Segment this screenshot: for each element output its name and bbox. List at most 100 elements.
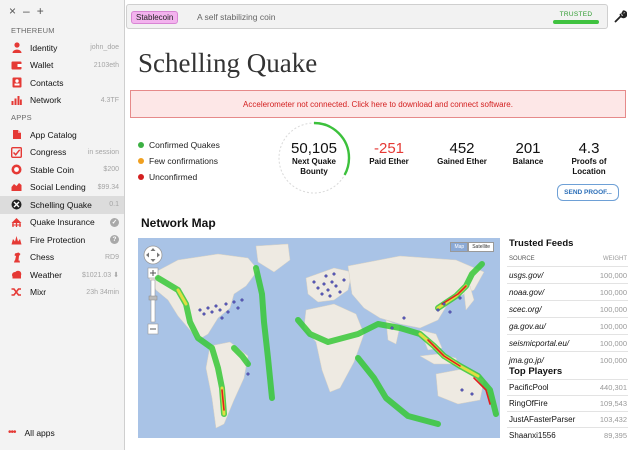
- legend-dot-orange: [138, 158, 144, 164]
- player-row[interactable]: JustAFasterParser 103,432: [507, 411, 628, 427]
- stat-value: 452: [449, 140, 475, 157]
- sidebar-item-congress[interactable]: Congress in session: [0, 144, 124, 162]
- app-tag-pill[interactable]: Stablecoin: [131, 11, 179, 24]
- sidebar-item-wallet[interactable]: Wallet 2103eth: [0, 57, 124, 75]
- feed-weight: 100,000: [599, 322, 627, 331]
- map-pan-control[interactable]: [143, 245, 163, 265]
- app-subtitle: A self stabilizing coin: [197, 12, 276, 22]
- legend-label: Unconfirmed: [149, 172, 198, 182]
- map-type-map-button[interactable]: Map: [450, 242, 469, 252]
- feed-row[interactable]: scec.org/ 100,000: [507, 300, 628, 317]
- feed-weight: 100,000: [599, 288, 627, 297]
- stat-label: Paid Ether: [369, 157, 409, 166]
- sidebar-item-mixr[interactable]: Mixr 23h 34min: [0, 284, 124, 302]
- all-apps-button[interactable]: ••• All apps: [0, 427, 55, 438]
- close-window-button[interactable]: ×: [9, 4, 16, 18]
- minimize-window-button[interactable]: –: [23, 4, 30, 18]
- legend-label: Confirmed Quakes: [149, 140, 220, 150]
- section-ethereum: ETHEREUM: [11, 26, 55, 35]
- coin-icon: [11, 164, 22, 175]
- window-controls: × – +: [0, 0, 124, 22]
- top-players-heading: Top Players: [509, 366, 563, 377]
- sidebar-item-app-catalog[interactable]: App Catalog: [0, 126, 124, 144]
- feed-row[interactable]: noaa.gov/ 100,000: [507, 283, 628, 300]
- sidebar-item-contacts[interactable]: Contacts: [0, 74, 124, 92]
- col-weight: WEIGHT: [603, 256, 627, 262]
- sidebar-item-label: Fire Protection: [30, 234, 86, 245]
- verified-badge-icon: ✓: [110, 217, 119, 227]
- trusted-label: TRUSTED: [559, 11, 593, 18]
- maximize-window-button[interactable]: +: [37, 4, 44, 18]
- sidebar-item-network[interactable]: Network 4.3TF: [0, 92, 124, 110]
- sidebar-item-meta: 23h 34min: [86, 288, 119, 296]
- wrench-icon[interactable]: [612, 8, 628, 24]
- world-map-svg: [138, 238, 500, 438]
- stat-label: Proofs of: [571, 157, 607, 166]
- dots-icon: •••: [8, 427, 16, 438]
- player-row[interactable]: RingOfFire 109,543: [507, 395, 628, 411]
- sidebar-item-meta: 2103eth: [93, 61, 119, 69]
- sidebar-item-quake-insurance[interactable]: Quake Insurance ✓: [0, 214, 124, 232]
- feed-source: seismicportal.eu/: [509, 339, 570, 348]
- address-bar: Stablecoin A self stabilizing coin TRUST…: [126, 4, 608, 29]
- catalog-icon: [11, 129, 22, 140]
- feed-weight: 100,000: [599, 271, 627, 280]
- sidebar-item-weather[interactable]: Weather $1021.03 ⬇: [0, 266, 124, 284]
- sidebar-item-label: Schelling Quake: [30, 199, 92, 210]
- sidebar-item-meta: 4.3TF: [100, 96, 119, 104]
- page-title: Schelling Quake: [138, 48, 318, 78]
- person-icon: [11, 42, 22, 54]
- stat-label: Next Quake: [291, 157, 337, 166]
- quake-legend: Confirmed Quakes Few confirmations Uncon…: [138, 137, 220, 185]
- feed-row[interactable]: ga.gov.au/ 100,000: [507, 317, 628, 334]
- map-type-satellite-button[interactable]: Satellite: [468, 242, 494, 252]
- network-map[interactable]: Map Satellite: [138, 238, 500, 438]
- sidebar-item-identity[interactable]: Identity john_doe: [0, 39, 124, 57]
- wallet-icon: [11, 60, 22, 71]
- checkbox-icon: [11, 146, 22, 158]
- sidebar-item-chess[interactable]: Chess RD9: [0, 249, 124, 267]
- bar-chart-icon: [11, 95, 22, 106]
- feed-source: usgs.gov/: [509, 271, 544, 280]
- sidebar-item-label: Stable Coin: [30, 164, 74, 175]
- sidebar-item-label: App Catalog: [30, 129, 77, 140]
- feed-row[interactable]: usgs.gov/ 100,000: [507, 266, 628, 283]
- sidebar-item-fire-protection[interactable]: Fire Protection ?: [0, 231, 124, 249]
- sidebar-item-label: Chess: [30, 252, 55, 263]
- section-apps: APPS: [11, 113, 32, 122]
- sidebar-item-meta: john_doe: [90, 44, 119, 52]
- stat-label: Bounty: [300, 167, 328, 176]
- player-name: JustAFasterParser: [509, 415, 576, 424]
- feed-source: jma.go.jp/: [509, 356, 544, 365]
- fire-icon: [11, 234, 22, 245]
- stat-next-quake-bounty: 50,105 Next Quake Bounty: [280, 140, 348, 177]
- stat-label: Location: [572, 167, 606, 176]
- map-type-toggle: Map Satellite: [450, 242, 494, 252]
- stat-gained-ether: 452 Gained Ether: [428, 140, 496, 167]
- player-row[interactable]: PacificPool 440,301: [507, 379, 628, 395]
- sidebar-item-label: Social Lending: [30, 182, 86, 193]
- contacts-icon: [11, 77, 22, 88]
- legend-item: Few confirmations: [138, 153, 220, 169]
- accelerometer-alert-banner[interactable]: Accelerometer not connected. Click here …: [130, 90, 626, 118]
- quake-icon: [11, 199, 22, 210]
- feed-row[interactable]: seismicportal.eu/ 100,000: [507, 334, 628, 351]
- stat-paid-ether: -251 Paid Ether: [358, 140, 420, 167]
- sidebar-item-schelling-quake[interactable]: Schelling Quake 0.1: [0, 196, 124, 214]
- sidebar-item-stable-coin[interactable]: Stable Coin $200: [0, 161, 124, 179]
- sidebar-item-meta: in session: [87, 148, 119, 156]
- feed-weight: 100,000: [599, 339, 627, 348]
- sidebar-item-label: Identity: [30, 42, 58, 53]
- send-proof-button[interactable]: SEND PROOF...: [557, 184, 619, 201]
- legend-dot-green: [138, 142, 144, 148]
- sidebar-item-social-lending[interactable]: Social Lending $99.34: [0, 179, 124, 197]
- feed-source: noaa.gov/: [509, 288, 545, 297]
- all-apps-label: All apps: [24, 427, 55, 438]
- feed-weight: 100,000: [599, 305, 627, 314]
- sidebar-item-label: Quake Insurance: [30, 217, 95, 228]
- legend-dot-red: [138, 174, 144, 180]
- legend-item: Confirmed Quakes: [138, 137, 220, 153]
- player-row[interactable]: Shaanxi1556 89,395: [507, 427, 628, 443]
- stat-label: Gained Ether: [437, 157, 487, 166]
- network-map-heading: Network Map: [141, 216, 216, 230]
